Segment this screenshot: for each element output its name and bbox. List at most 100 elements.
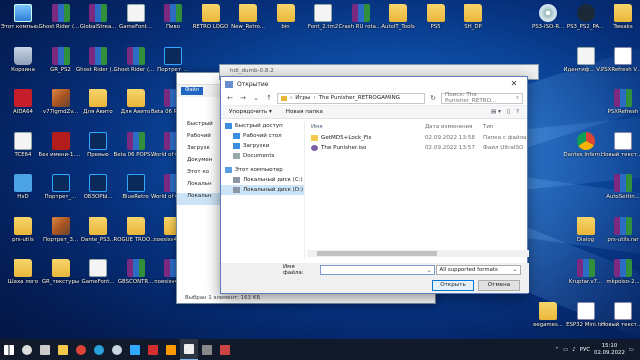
desktop-icon-item[interactable]: Dante_PS3...: [77, 215, 119, 255]
help-icon[interactable]: ?: [516, 109, 519, 115]
desktop-icon-item[interactable]: Портрет_...: [40, 172, 82, 212]
desktop-icon-item[interactable]: bin: [265, 2, 307, 42]
breadcrumb[interactable]: › Игры › The Punisher_RETROGAMING: [277, 92, 425, 104]
desktop-icon-item[interactable]: HxD: [2, 172, 44, 212]
background-nav-item[interactable]: Быстрый: [177, 121, 225, 133]
taskbar-unknown-icon[interactable]: [198, 339, 216, 360]
desktop-icon-item[interactable]: prs-utils.rar: [602, 215, 640, 255]
open-button[interactable]: Открыть: [432, 279, 474, 291]
desktop-icon-item[interactable]: GBSCONTR...: [115, 257, 157, 297]
desktop-icon-item[interactable]: Без имени-1.psd: [39, 130, 83, 170]
desktop-icon-item[interactable]: BlueRetro: [115, 172, 157, 212]
desktop-icon-item[interactable]: GameFont...: [115, 2, 157, 42]
desktop-icon-item[interactable]: GameFont...: [77, 257, 119, 297]
notifications-icon[interactable]: ▭: [629, 347, 634, 353]
nav-item[interactable]: Локальный диск (C:): [221, 175, 304, 185]
desktop-icon-item[interactable]: PS3-ISO-R...: [527, 2, 569, 42]
desktop-icon-item[interactable]: Для Авито: [77, 87, 119, 127]
refresh-icon[interactable]: ↻: [428, 93, 438, 103]
desktop-icon-item[interactable]: v77lgmdZv...: [40, 87, 82, 127]
scrollbar-thumb[interactable]: [317, 251, 437, 256]
desktop-icon-item[interactable]: Ghost Rider (USA).7z: [39, 2, 83, 42]
desktop-icon-item[interactable]: Kruptar.v7...: [565, 257, 607, 297]
desktop-icon-item[interactable]: GlobalStrea...: [77, 2, 119, 42]
desktop-icon-item[interactable]: PSXRefresh: [602, 87, 640, 127]
desktop-icon-item[interactable]: Этот компьютер: [1, 2, 45, 42]
desktop-icon-item[interactable]: Beta 06 POPStarter_...: [114, 130, 158, 170]
filename-input[interactable]: [320, 265, 435, 275]
taskbar-windows-start-icon[interactable]: [0, 339, 18, 360]
language-indicator[interactable]: РУС: [580, 347, 590, 353]
taskbar-hdl-icon[interactable]: [180, 339, 198, 360]
desktop-icon-item[interactable]: GR_текстуры: [40, 257, 82, 297]
new-folder-button[interactable]: Новая папка: [286, 109, 323, 115]
desktop-icon-item[interactable]: Dialog: [565, 215, 607, 255]
nav-item[interactable]: Documents: [221, 151, 304, 161]
column-date[interactable]: Дата изменения: [425, 124, 483, 130]
taskbar-task-view-icon[interactable]: [36, 339, 54, 360]
desktop-icon-item[interactable]: Шаха лого: [2, 257, 44, 297]
desktop-icon-item[interactable]: PS3_PS2_PA...: [565, 2, 607, 42]
desktop-icon-item[interactable]: GR_PS2: [40, 45, 82, 85]
desktop-icon-item[interactable]: Корзина: [2, 45, 44, 85]
breadcrumb-current-folder[interactable]: The Punisher_RETROGAMING: [319, 95, 400, 101]
desktop-icon-item[interactable]: Tweaks: [602, 2, 640, 42]
forward-arrow-icon[interactable]: →: [238, 93, 248, 103]
breadcrumb-games[interactable]: Игры: [295, 95, 310, 101]
chevron-up-icon[interactable]: ⌃: [555, 347, 560, 353]
taskbar-photoshop-icon[interactable]: [126, 339, 144, 360]
file-type-filter[interactable]: All supported formats ⌄: [435, 265, 521, 275]
taskbar-chrome-icon[interactable]: [72, 339, 90, 360]
background-nav-item[interactable]: Рабочий: [177, 133, 225, 145]
desktop-icon-item[interactable]: Font_2.tm2: [302, 2, 344, 42]
search-input[interactable]: Поиск: The Punisher_RETRO... ⌕: [441, 92, 523, 104]
clock[interactable]: 15:10 02.09.2022: [594, 343, 625, 357]
desktop-icon-item[interactable]: TCE64: [2, 130, 44, 170]
network-icon[interactable]: ▭: [563, 347, 568, 353]
file-row[interactable]: GetMD5+Lock_Fix 02.09.2022 13:58 Папка с ф…: [307, 133, 529, 143]
taskbar-search-icon[interactable]: [18, 339, 36, 360]
desktop-icon-item[interactable]: eegames...: [527, 300, 569, 340]
nav-item[interactable]: Быстрый доступ: [221, 121, 304, 131]
close-icon[interactable]: ✕: [505, 78, 523, 90]
volume-icon[interactable]: ♪: [572, 347, 575, 353]
background-nav-item[interactable]: Локальн: [177, 181, 225, 193]
desktop-icon-item[interactable]: AutoSettin...: [602, 172, 640, 212]
desktop-icon-item[interactable]: Новый текстовый...: [601, 130, 640, 170]
background-nav-item[interactable]: Докумен: [177, 157, 225, 169]
dialog-titlebar[interactable]: Открытие ✕: [221, 77, 527, 91]
desktop-icon-item[interactable]: Для Авито: [115, 87, 157, 127]
background-nav-item[interactable]: Загрузк: [177, 145, 225, 157]
up-arrow-icon[interactable]: ↑: [264, 93, 274, 103]
organize-button[interactable]: Упорядочить ▾: [229, 109, 272, 115]
desktop-icon-item[interactable]: prs-utils: [2, 215, 44, 255]
nav-item[interactable]: Этот компьютер: [221, 165, 304, 175]
desktop-icon-item[interactable]: ESP32 Mini.txt: [565, 300, 607, 340]
desktop-icon-item[interactable]: ROGUE TROOPERS: [114, 215, 158, 255]
taskbar-acrobat-icon[interactable]: [144, 339, 162, 360]
desktop-icon-item[interactable]: Новый текстов...: [601, 300, 640, 340]
desktop-icon-item[interactable]: Идентиф... VK Pay.png: [564, 45, 608, 85]
desktop-icon-item[interactable]: Dantes Inferno...: [564, 130, 608, 170]
nav-item[interactable]: Локальный диск (D:): [221, 185, 304, 195]
taskbar-video-icon[interactable]: [216, 339, 234, 360]
taskbar-telegram-icon[interactable]: [90, 339, 108, 360]
taskbar-illustrator-icon[interactable]: [162, 339, 180, 360]
desktop-icon-item[interactable]: New_Retro...: [227, 2, 269, 42]
file-row[interactable]: The Punisher.iso 02.09.2022 13:57 Файл Ult…: [307, 143, 529, 153]
column-type[interactable]: Тип: [483, 124, 529, 130]
desktop-icon-item[interactable]: Crash RU rotate.7z: [339, 2, 383, 42]
desktop-icon-item[interactable]: Ghost Rider (USA).iso: [114, 45, 158, 85]
taskbar-steam-icon[interactable]: [108, 339, 126, 360]
nav-item[interactable]: Рабочий стол: [221, 131, 304, 141]
horizontal-scrollbar[interactable]: [307, 250, 529, 257]
taskbar-explorer-icon[interactable]: [54, 339, 72, 360]
nav-item[interactable]: Загрузки: [221, 141, 304, 151]
desktop-icon-item[interactable]: Превью: [77, 130, 119, 170]
view-options-icon[interactable]: ▤ ▾: [491, 109, 501, 115]
ribbon-tab-file[interactable]: Файл: [181, 87, 203, 95]
preview-pane-icon[interactable]: ▯: [507, 109, 510, 115]
column-name[interactable]: Имя: [307, 124, 425, 130]
background-nav-item[interactable]: Этот ко: [177, 169, 225, 181]
desktop-icon-item[interactable]: Ghost Rider (USA).iso: [76, 45, 120, 85]
